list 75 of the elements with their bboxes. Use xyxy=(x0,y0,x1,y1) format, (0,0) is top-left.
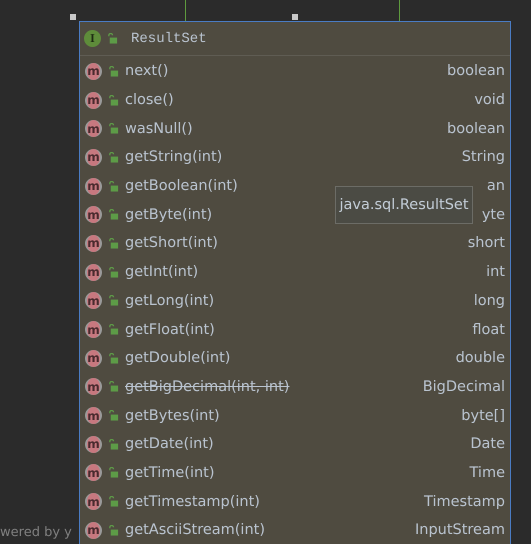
padlock-icon xyxy=(108,467,119,478)
method-icon: m xyxy=(85,522,102,539)
padlock-icon xyxy=(108,352,119,364)
return-type: String xyxy=(462,149,505,166)
method-name[interactable]: getBigDecimal(int, int) xyxy=(125,378,290,395)
padlock-icon xyxy=(108,266,119,278)
method-name[interactable]: getByte(int) xyxy=(125,206,212,223)
method-name[interactable]: next() xyxy=(125,63,168,80)
return-type: int xyxy=(486,264,505,280)
selection-handle[interactable] xyxy=(292,14,298,20)
interface-icon: I xyxy=(84,30,101,47)
padlock-icon xyxy=(108,324,119,336)
method-icon: m xyxy=(85,206,102,224)
method-name[interactable]: getShort(int) xyxy=(125,235,218,252)
method-name[interactable]: getFloat(int) xyxy=(125,322,215,338)
method-name[interactable]: close() xyxy=(125,92,174,108)
method-icon: m xyxy=(85,378,102,396)
return-type: BigDecimal xyxy=(422,378,505,395)
method-icon: m xyxy=(85,436,102,453)
padlock-icon xyxy=(108,152,119,163)
return-type: an xyxy=(486,178,505,194)
method-icon: m xyxy=(85,148,102,166)
padlock-icon xyxy=(108,438,119,450)
method-name[interactable]: getDouble(int) xyxy=(125,350,230,366)
padlock-icon xyxy=(108,209,119,220)
method-name[interactable]: getDate(int) xyxy=(125,436,214,452)
method-icon: m xyxy=(85,264,102,281)
padlock-icon xyxy=(108,295,119,306)
return-type: Timestamp xyxy=(424,494,505,510)
method-icon: m xyxy=(85,493,102,510)
method-icon: m xyxy=(85,321,102,338)
method-name[interactable]: wasNull() xyxy=(125,120,193,137)
method-icon: m xyxy=(85,120,102,138)
padlock-icon xyxy=(108,381,119,392)
method-name[interactable]: getAsciiStream(int) xyxy=(125,522,265,538)
method-name[interactable]: getLong(int) xyxy=(125,292,214,309)
method-icon: m xyxy=(85,407,102,424)
method-name[interactable]: getTime(int) xyxy=(125,464,215,481)
selection-handle[interactable] xyxy=(70,14,76,20)
return-type: Date xyxy=(470,436,505,452)
method-name[interactable]: getTimestamp(int) xyxy=(125,494,260,510)
return-type: Time xyxy=(470,464,505,481)
tooltip: java.sql.ResultSet xyxy=(335,186,473,224)
method-icon: m xyxy=(85,178,102,195)
return-type: InputStream xyxy=(414,522,505,538)
return-type: boolean xyxy=(447,120,505,137)
method-name[interactable]: getBoolean(int) xyxy=(125,178,238,194)
method-icon: m xyxy=(85,350,102,367)
padlock-icon xyxy=(108,66,119,77)
method-icon: m xyxy=(85,464,102,482)
method-icon: m xyxy=(85,292,102,310)
padlock-icon xyxy=(108,123,119,134)
padlock-icon xyxy=(108,410,119,422)
method-name[interactable]: getString(int) xyxy=(125,149,222,166)
padlock-icon xyxy=(108,94,119,106)
padlock-icon xyxy=(107,33,118,44)
padlock-icon xyxy=(108,524,119,536)
method-name[interactable]: getInt(int) xyxy=(125,264,198,280)
class-name: ResultSet xyxy=(131,30,207,46)
return-type: double xyxy=(456,350,505,366)
method-name[interactable]: getBytes(int) xyxy=(125,408,220,424)
return-type: byte[] xyxy=(461,408,505,424)
return-type: yte xyxy=(482,206,505,223)
padlock-icon xyxy=(108,180,119,192)
return-type: boolean xyxy=(447,63,505,80)
footer-text: wered by y xyxy=(0,525,72,540)
method-icon: m xyxy=(85,92,102,109)
method-icon: m xyxy=(85,62,102,80)
return-type: void xyxy=(474,92,505,108)
padlock-icon xyxy=(108,496,119,508)
method-icon: m xyxy=(85,234,102,252)
padlock-icon xyxy=(108,238,119,249)
return-type: short xyxy=(468,235,505,252)
return-type: long xyxy=(474,292,505,309)
return-type: float xyxy=(472,322,505,338)
